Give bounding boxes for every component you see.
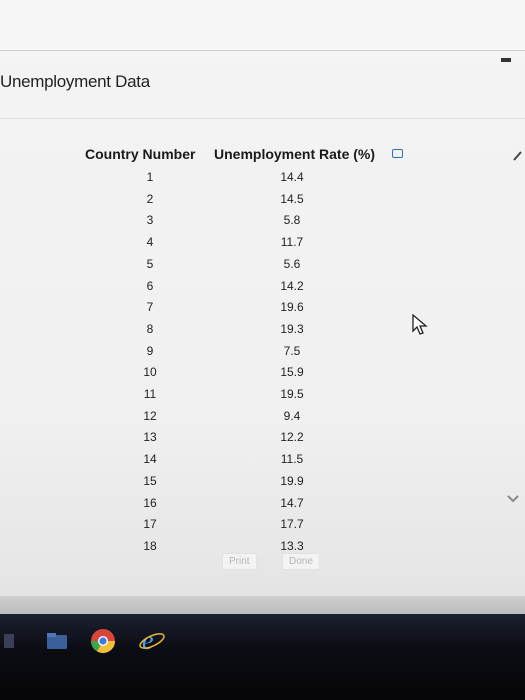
unemployment-rate-cell: 9.4 xyxy=(283,408,301,423)
table-row: 1 14.4 xyxy=(80,170,420,191)
unemployment-rate-cell: 7.5 xyxy=(283,343,301,358)
done-button[interactable]: Done xyxy=(282,553,320,570)
country-number-cell: 7 xyxy=(146,300,154,315)
table-row: 13 12.2 xyxy=(80,430,420,451)
minimize-icon[interactable] xyxy=(501,58,511,62)
country-number-cell: 17 xyxy=(143,517,157,532)
unemployment-rate-cell: 14.4 xyxy=(280,170,304,184)
country-number-cell: 2 xyxy=(146,191,154,206)
unemployment-rate-cell: 19.5 xyxy=(280,387,304,401)
table-row: 5 5.6 xyxy=(80,257,420,278)
country-number-cell: 11 xyxy=(143,387,157,401)
country-number-cell: 10 xyxy=(143,365,157,380)
unemployment-rate-cell: 19.9 xyxy=(280,473,304,488)
country-number-cell: 15 xyxy=(143,473,157,488)
unemployment-rate-cell: 15.9 xyxy=(280,365,304,380)
table-row: 11 19.5 xyxy=(80,387,420,408)
unemployment-rate-cell: 12.2 xyxy=(280,430,304,445)
unemployment-rate-cell: 19.3 xyxy=(280,321,304,336)
country-number-cell: 8 xyxy=(146,321,154,336)
country-number-cell: 13 xyxy=(143,430,157,445)
table-row: 7 19.6 xyxy=(80,300,420,321)
chrome-icon[interactable] xyxy=(90,628,116,654)
country-number-cell: 1 xyxy=(146,170,154,184)
unemployment-rate-cell: 17.7 xyxy=(280,517,304,532)
chevron-down-icon[interactable] xyxy=(507,494,519,504)
dialog-title: Unemployment Data xyxy=(0,72,150,91)
country-number-cell: 5 xyxy=(146,256,154,271)
print-button[interactable]: Print xyxy=(222,553,257,570)
table-row: 10 15.9 xyxy=(80,365,420,386)
unemployment-rate-cell: 11.7 xyxy=(280,235,304,250)
country-number-cell: 9 xyxy=(146,343,154,358)
internet-explorer-icon[interactable]: e xyxy=(138,626,166,654)
table-row: 17 17.7 xyxy=(80,517,420,538)
unemployment-rate-cell: 14.5 xyxy=(280,191,304,206)
window-bottom-edge xyxy=(0,596,525,614)
table-row: 16 14.7 xyxy=(80,496,420,517)
country-number-cell: 6 xyxy=(146,278,154,293)
table-row: 4 11.7 xyxy=(80,235,420,256)
table-row: 9 7.5 xyxy=(80,344,420,365)
data-table: Country Number Unemployment Rate (%) 1 14… xyxy=(80,146,420,553)
table-row: 12 9.4 xyxy=(80,409,420,430)
country-number-cell: 12 xyxy=(143,408,157,423)
table-row: 2 14.5 xyxy=(80,192,420,213)
country-number-cell: 16 xyxy=(143,495,157,510)
unemployment-rate-cell: 5.6 xyxy=(283,256,301,271)
unemployment-rate-cell: 14.7 xyxy=(280,495,304,510)
unemployment-rate-cell: 19.6 xyxy=(280,300,304,315)
table-row: 15 19.9 xyxy=(80,474,420,495)
copy-icon[interactable] xyxy=(392,149,403,158)
unemployment-rate-cell: 13.3 xyxy=(280,538,304,553)
table-row: 14 11.5 xyxy=(80,452,420,473)
table-row: 6 14.2 xyxy=(80,279,420,300)
unemployment-rate-cell: 11.5 xyxy=(280,452,304,467)
file-explorer-icon[interactable] xyxy=(46,632,68,650)
unemployment-rate-cell: 14.2 xyxy=(280,278,304,293)
country-number-cell: 18 xyxy=(143,538,157,553)
title-divider xyxy=(0,118,525,119)
side-arrow-icon xyxy=(513,151,522,161)
taskbar: e xyxy=(0,614,525,700)
country-number-cell: 3 xyxy=(146,213,154,228)
top-bar xyxy=(0,0,525,51)
mouse-pointer-icon xyxy=(412,314,428,335)
header-unemployment-rate: Unemployment Rate (%) xyxy=(214,146,376,162)
table-row: 3 5.8 xyxy=(80,213,420,234)
header-country-number: Country Number xyxy=(85,146,196,162)
country-number-cell: 4 xyxy=(146,235,154,250)
app-icon[interactable] xyxy=(4,632,16,650)
country-number-cell: 14 xyxy=(143,452,157,467)
unemployment-rate-cell: 5.8 xyxy=(283,213,301,228)
table-row: 8 19.3 xyxy=(80,322,420,343)
screen: Unemployment Data Country Number Unemplo… xyxy=(0,0,525,700)
